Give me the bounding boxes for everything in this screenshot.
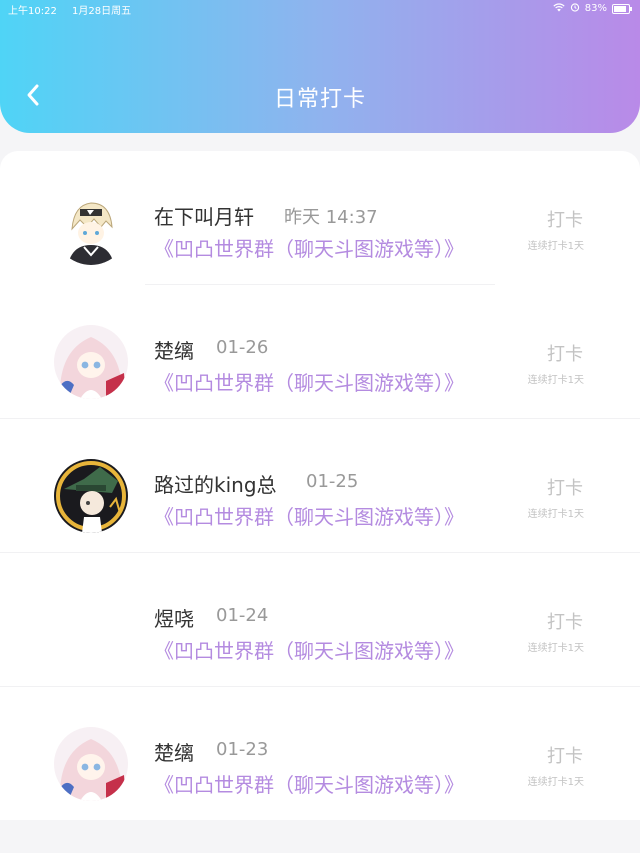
list-item[interactable]: 楚缡 01-23 《凹凸世界群（聊天斗图游戏等）》 打卡 连续打卡1天 (0, 687, 640, 821)
checkin-button[interactable]: 打卡 (547, 340, 583, 366)
user-name: 路过的king总 (154, 473, 277, 497)
status-time: 上午10:22 (8, 6, 57, 17)
list-item[interactable]: 楚缡 01-26 《凹凸世界群（聊天斗图游戏等）》 打卡 连续打卡1天 (0, 285, 640, 419)
pink-hair-girl-avatar[interactable] (54, 727, 128, 801)
streak-count: 连续打卡1天 (527, 777, 584, 788)
header: 上午10:22 1月28日周五 83% 日常打卡 (0, 0, 640, 133)
group-name[interactable]: 《凹凸世界群（聊天斗图游戏等）》 (154, 501, 464, 530)
checkin-button[interactable]: 打卡 (547, 742, 583, 768)
page-title: 日常打卡 (273, 87, 366, 112)
streak-count: 连续打卡1天 (527, 643, 584, 654)
user-name: 在下叫月轩 (154, 205, 254, 229)
pink-hair-girl-avatar[interactable] (54, 325, 128, 399)
battery-percent: 83% (584, 3, 607, 14)
streak-count: 连续打卡1天 (527, 509, 584, 520)
dark-hat-character-avatar[interactable] (54, 459, 128, 533)
user-name: 煜哓 (154, 607, 194, 631)
checkin-time: 01-24 (216, 605, 269, 626)
checkin-list: 在下叫月轩 昨天 14:37 《凹凸世界群（聊天斗图游戏等）》 打卡 连续打卡1… (0, 151, 640, 820)
list-item[interactable]: 路过的king总 01-25 《凹凸世界群（聊天斗图游戏等）》 打卡 连续打卡1… (0, 419, 640, 553)
white-hair-boy-avatar[interactable] (54, 191, 128, 265)
streak-count: 连续打卡1天 (527, 241, 584, 252)
group-name[interactable]: 《凹凸世界群（聊天斗图游戏等）》 (154, 769, 464, 798)
checkin-time: 01-25 (306, 471, 359, 492)
checkin-time: 01-26 (216, 337, 269, 358)
user-name: 楚缡 (154, 741, 194, 765)
user-name: 楚缡 (154, 339, 194, 363)
group-name[interactable]: 《凹凸世界群（聊天斗图游戏等）》 (154, 233, 464, 262)
checkin-time: 01-23 (216, 739, 269, 760)
checkin-time: 昨天 14:37 (284, 207, 378, 228)
list-item[interactable]: 煜哓 01-24 《凹凸世界群（聊天斗图游戏等）》 打卡 连续打卡1天 (0, 553, 640, 687)
alarm-icon (570, 2, 580, 15)
group-name[interactable]: 《凹凸世界群（聊天斗图游戏等）》 (154, 367, 464, 396)
checkin-button[interactable]: 打卡 (547, 608, 583, 634)
checkin-button[interactable]: 打卡 (547, 474, 583, 500)
streak-count: 连续打卡1天 (527, 375, 584, 386)
wifi-icon (553, 2, 565, 15)
checkin-button[interactable]: 打卡 (547, 206, 583, 232)
group-name[interactable]: 《凹凸世界群（聊天斗图游戏等）》 (154, 635, 464, 664)
status-bar: 上午10:22 1月28日周五 83% (0, 0, 640, 18)
status-date: 1月28日周五 (72, 6, 132, 17)
list-item[interactable]: 在下叫月轩 昨天 14:37 《凹凸世界群（聊天斗图游戏等）》 打卡 连续打卡1… (0, 151, 640, 285)
battery-icon (612, 3, 632, 14)
